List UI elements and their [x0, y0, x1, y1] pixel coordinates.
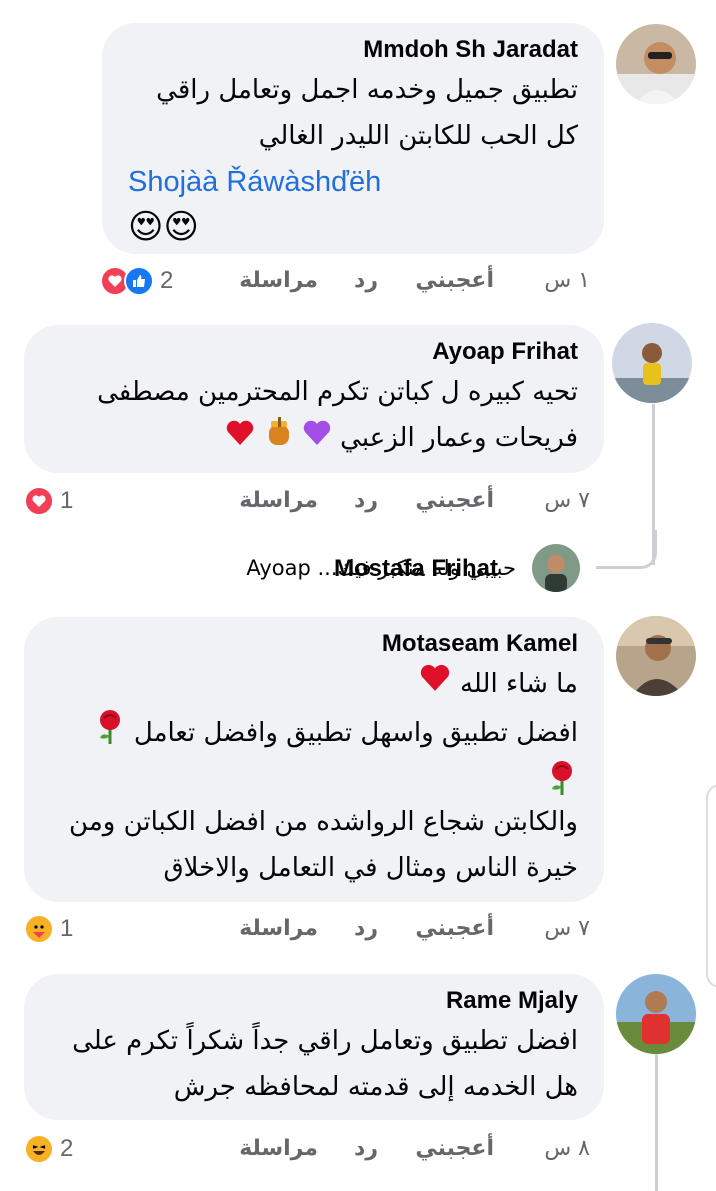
thread-line: [655, 1054, 658, 1191]
comment-bubble: Motaseam Kamel ما شاء الله افضل تطبيق وا…: [24, 617, 604, 902]
timestamp[interactable]: ٧ س: [544, 488, 590, 513]
red-heart-icon: [225, 416, 255, 462]
avatar[interactable]: [616, 974, 696, 1054]
comment-text: كل الحب للكابتن الليدر الغالي: [258, 121, 578, 151]
reply-author[interactable]: Mostafa Frihat: [334, 555, 498, 583]
purple-heart-icon: [302, 416, 332, 462]
timestamp[interactable]: ١ س: [544, 268, 590, 293]
comment-actions: ٧ س أعجبني رد مراسلة: [220, 488, 590, 518]
comment-text: والكابتن شجاع الرواشده من افضل الكباتن و…: [69, 806, 578, 837]
timestamp[interactable]: ٨ س: [544, 1136, 590, 1161]
reply-button[interactable]: رد: [354, 488, 378, 513]
reaction-summary[interactable]: 1: [24, 486, 73, 516]
like-icon: [124, 266, 154, 296]
comment-author[interactable]: Ayoap Frihat: [50, 337, 578, 367]
comment-text-line: افضل تطبيق واسهل تطبيق وافضل تعامل: [50, 708, 578, 759]
like-button[interactable]: أعجبني: [415, 1136, 494, 1161]
like-button[interactable]: أعجبني: [415, 488, 494, 513]
reaction-count: 2: [160, 267, 174, 294]
comment-text: هل الخدمه إلى قدمته لمحافظه جرش: [173, 1072, 578, 1102]
message-button[interactable]: مراسلة: [239, 268, 318, 293]
avatar[interactable]: [616, 24, 696, 104]
comment-text: تحيه كبيره ل كباتن تكرم المحترمين مصطفى: [97, 377, 578, 407]
comment-text: فريحات وعمار الزعبي: [340, 423, 578, 453]
reaction-summary[interactable]: 2: [100, 266, 173, 296]
reply-button[interactable]: رد: [354, 268, 378, 293]
comment-text: تطبيق جميل وخدمه اجمل وتعامل راقي: [156, 75, 578, 105]
comment-text-line: ما شاء الله: [50, 661, 578, 708]
comment-bubble: Mmdoh Sh Jaradat تطبيق جميل وخدمه اجمل و…: [102, 23, 604, 254]
message-button[interactable]: مراسلة: [239, 488, 318, 513]
timestamp[interactable]: ٧ س: [544, 916, 590, 941]
emoji-text: 😍😍: [128, 207, 199, 247]
avatar[interactable]: [616, 616, 696, 696]
love-icon: [24, 486, 54, 516]
reply-button[interactable]: رد: [354, 916, 378, 941]
honey-pot-icon: [264, 416, 294, 462]
comment-text: خيرة الناس ومثال في التعامل والاخلاق: [163, 852, 578, 883]
comment-actions: ٨ س أعجبني رد مراسلة: [220, 1136, 590, 1166]
reaction-summary[interactable]: 1: [24, 914, 73, 944]
mention-link[interactable]: Shojàà Řáwàshďëh: [128, 159, 578, 205]
reaction-count: 2: [60, 1135, 74, 1162]
comment-author[interactable]: Motaseam Kamel: [50, 629, 578, 659]
comment-text-line: [50, 759, 578, 799]
avatar[interactable]: [612, 323, 692, 403]
thread-line-curve: [596, 530, 657, 569]
rose-icon: [94, 708, 126, 759]
comment-actions: ١ س أعجبني رد مراسلة: [220, 268, 590, 298]
message-button[interactable]: مراسلة: [239, 916, 318, 941]
reply-button[interactable]: رد: [354, 1136, 378, 1161]
comment-bubble: Ayoap Frihat تحيه كبيره ل كباتن تكرم الم…: [24, 325, 604, 473]
comment-text: افضل تطبيق واسهل تطبيق وافضل تعامل: [133, 717, 578, 748]
comment-bubble: Rame Mjaly افضل تطبيق وتعامل راقي جداً ش…: [24, 974, 604, 1120]
comment-author[interactable]: Rame Mjaly: [50, 986, 578, 1016]
like-button[interactable]: أعجبني: [415, 268, 494, 293]
reply-avatar[interactable]: [532, 544, 580, 592]
scroll-edge: [706, 784, 716, 988]
haha-icon: [24, 1134, 54, 1164]
reaction-count: 1: [60, 915, 74, 942]
like-button[interactable]: أعجبني: [415, 916, 494, 941]
message-button[interactable]: مراسلة: [239, 1136, 318, 1161]
red-heart-icon: [418, 662, 452, 708]
comment-text: افضل تطبيق وتعامل راقي جداً شكراً تكرم ع…: [72, 1026, 578, 1056]
comment-text: ما شاء الله: [459, 669, 578, 699]
comment-text-line: فريحات وعمار الزعبي: [50, 415, 578, 462]
care-icon: [24, 914, 54, 944]
reaction-summary[interactable]: 2: [24, 1134, 73, 1164]
comment-actions: ٧ س أعجبني رد مراسلة: [220, 916, 590, 946]
comment-author[interactable]: Mmdoh Sh Jaradat: [128, 35, 578, 65]
reaction-count: 1: [60, 487, 74, 514]
